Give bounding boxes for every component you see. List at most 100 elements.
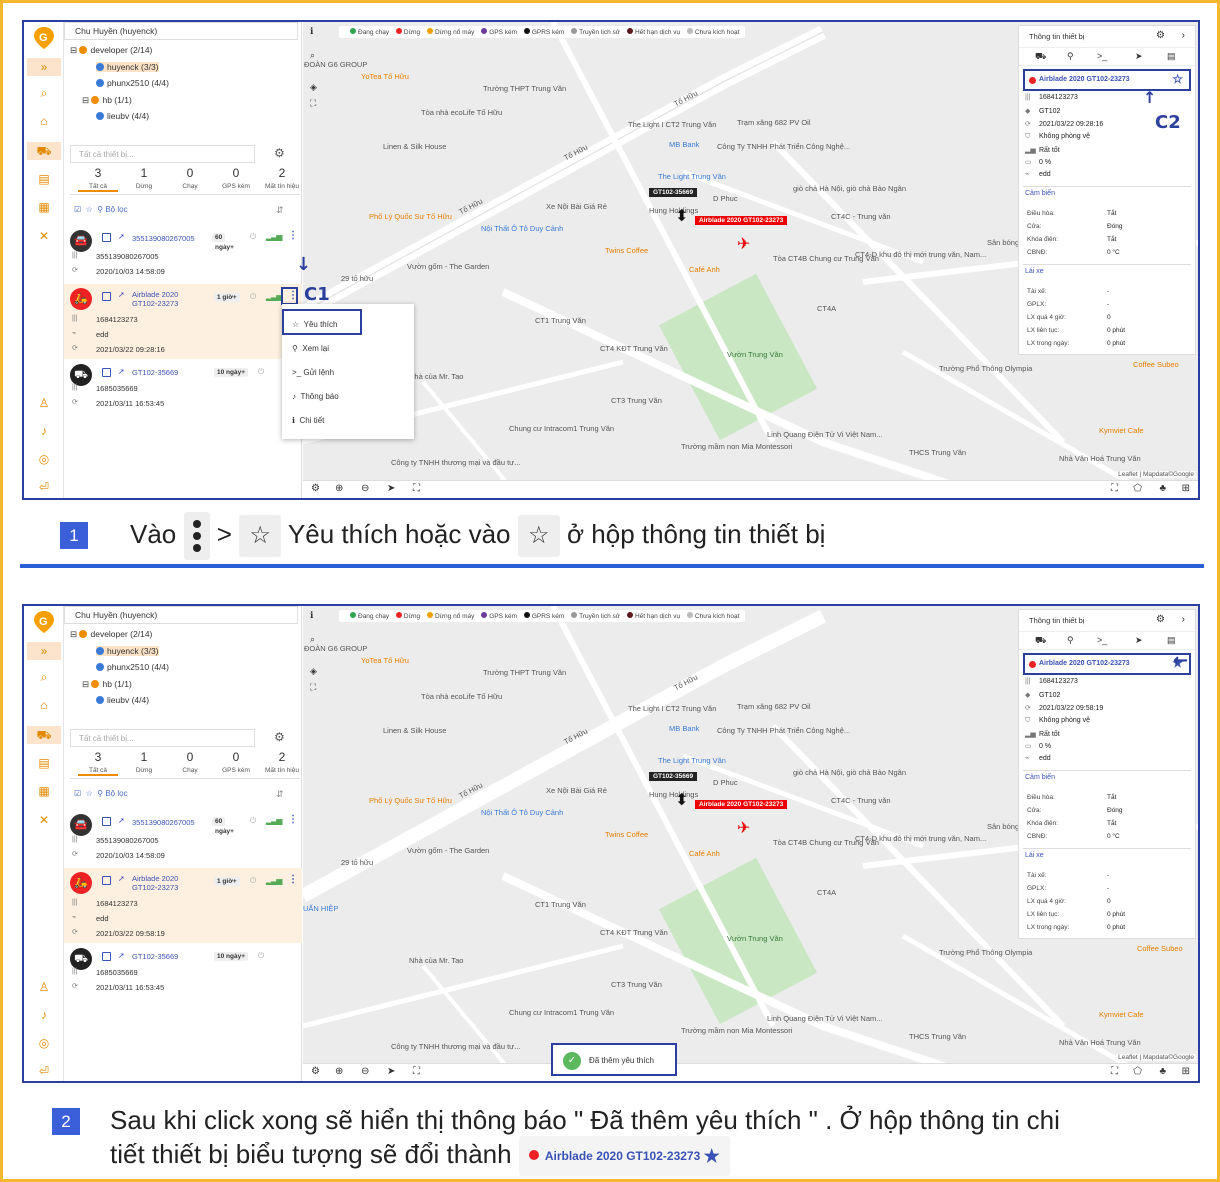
- vehicle-marker-icon[interactable]: ⬍: [675, 206, 688, 226]
- expand-icon[interactable]: »: [27, 58, 61, 76]
- stat-stopped[interactable]: 1 Dừng: [124, 749, 164, 774]
- menu-item-detail[interactable]: ℹ Chi tiết: [292, 416, 324, 425]
- checkbox[interactable]: [102, 817, 111, 826]
- home-icon[interactable]: ⌂: [34, 112, 54, 130]
- gear-icon[interactable]: ⚙: [1156, 30, 1165, 41]
- zoom-in-icon[interactable]: ⊕: [335, 483, 343, 494]
- stat-all[interactable]: 3 Tất cả: [78, 749, 118, 776]
- device-search-input[interactable]: Tất cả thiết bị...: [70, 729, 255, 747]
- user-icon[interactable]: ♙: [34, 394, 54, 412]
- grid-icon[interactable]: ▦: [34, 198, 54, 216]
- zoom-out-icon[interactable]: ⊖: [361, 483, 369, 494]
- measure-icon[interactable]: ⛶: [1111, 483, 1118, 494]
- vehicle-row[interactable]: 🚘 ➚ 355139080267005 60 ngày+ ⏻ ▂▃▅ ⋮ 355…: [64, 224, 302, 282]
- vehicle-row-selected[interactable]: 🛵 ➚ Airblade 2020 GT102-23273 1 giờ+ ⏻ ▂▃…: [64, 284, 302, 359]
- measure-icon[interactable]: ⛶: [1111, 1066, 1118, 1077]
- search-icon[interactable]: ⌕: [34, 668, 54, 686]
- checkbox[interactable]: [102, 952, 111, 961]
- logout-icon[interactable]: ⏎: [34, 1062, 54, 1080]
- stat-all[interactable]: 3 Tất cả: [78, 165, 118, 192]
- navigate-icon[interactable]: ➚: [118, 367, 125, 376]
- command-tab-icon[interactable]: >_: [1097, 51, 1107, 61]
- menu-item-notification[interactable]: ♪ Thông báo: [292, 392, 339, 401]
- close-chevron-icon[interactable]: ›: [1182, 30, 1185, 41]
- navigate-icon[interactable]: ➚: [118, 232, 125, 241]
- cluster-icon[interactable]: ♣: [1159, 483, 1166, 494]
- user-icon[interactable]: ♙: [34, 978, 54, 996]
- settings-icon[interactable]: ⚙: [311, 483, 320, 494]
- report-icon[interactable]: ▤: [34, 170, 54, 188]
- grid-icon[interactable]: ▦: [34, 782, 54, 800]
- info-icon[interactable]: ℹ: [310, 610, 313, 621]
- vehicle-marker-label[interactable]: GT102-35669: [649, 188, 698, 197]
- zoom-in-icon[interactable]: ⊕: [335, 1066, 343, 1077]
- menu-item-review[interactable]: ⚲ Xem lại: [292, 344, 329, 353]
- expand-icon[interactable]: ⊞: [1182, 483, 1190, 494]
- stat-lost-signal[interactable]: 2 Mất tín hiệu: [262, 165, 302, 190]
- stat-stopped[interactable]: 1 Dừng: [124, 165, 164, 190]
- tools-icon[interactable]: ✕: [34, 811, 54, 829]
- vehicle-row-selected[interactable]: 🛵 ➚ Airblade 2020 GT102-23273 1 giờ+ ⏻ ▂▃…: [64, 868, 302, 943]
- help-icon[interactable]: ◎: [34, 450, 54, 468]
- navigate-icon[interactable]: ➚: [118, 816, 125, 825]
- expand-icon[interactable]: »: [27, 642, 61, 660]
- more-menu-icon[interactable]: ⋮: [288, 230, 298, 241]
- tree-item[interactable]: ⊟ hb (1/1): [70, 92, 169, 109]
- device-search-input[interactable]: Tất cả thiết bị...: [70, 145, 255, 163]
- settings-gear-icon[interactable]: ⚙: [274, 146, 285, 160]
- vehicle-icon[interactable]: ⛟: [27, 142, 61, 160]
- settings-icon[interactable]: ⚙: [311, 1066, 320, 1077]
- help-icon[interactable]: ◎: [34, 1034, 54, 1052]
- more-menu-icon[interactable]: ⋮: [288, 814, 298, 825]
- filter-button[interactable]: Bộ lọc: [105, 205, 127, 214]
- navigate-icon[interactable]: ➚: [118, 874, 125, 883]
- doc-tab-icon[interactable]: ▤: [1167, 635, 1176, 646]
- navigate-tab-icon[interactable]: ➤: [1135, 51, 1143, 62]
- vehicle-row[interactable]: 🚘 ➚ 355139080267005 60 ngày+ ⏻ ▂▃▅ ⋮ 355…: [64, 808, 302, 866]
- locate-icon[interactable]: ➤: [387, 1066, 395, 1077]
- bell-icon[interactable]: ♪: [34, 422, 54, 440]
- vehicle-row[interactable]: ⛟ ➚ GT102-35669 10 ngày+ ⏻ 1685035669 ||…: [64, 946, 302, 1004]
- vehicle-marker-icon[interactable]: ✈: [737, 818, 750, 838]
- zoom-out-icon[interactable]: ⊖: [361, 1066, 369, 1077]
- checkbox[interactable]: [102, 233, 111, 242]
- menu-item-send-command[interactable]: >_ Gửi lệnh: [292, 368, 334, 377]
- layer-icon[interactable]: ◈: [310, 666, 317, 677]
- tree-item[interactable]: ⊟ developer (2/14): [70, 626, 169, 643]
- stat-gps-weak[interactable]: 0 GPS kém: [216, 165, 256, 190]
- tools-icon[interactable]: ✕: [34, 227, 54, 245]
- layer-icon[interactable]: ◈: [310, 82, 317, 93]
- account-selector[interactable]: Chu Huyền (huyenck): [64, 22, 298, 40]
- vehicle-marker-label[interactable]: Airblade 2020 GT102-23273: [695, 800, 788, 809]
- polygon-icon[interactable]: ⬠: [1133, 483, 1142, 494]
- fullscreen-icon[interactable]: ⛶: [310, 682, 316, 693]
- search-icon[interactable]: ⌕: [34, 84, 54, 102]
- tree-item[interactable]: huyenck (3/3): [70, 643, 169, 660]
- sort-icon[interactable]: ⇵: [276, 789, 284, 800]
- locate-icon[interactable]: ➤: [387, 483, 395, 494]
- fullscreen-icon[interactable]: ⛶: [413, 1066, 420, 1077]
- account-selector[interactable]: Chu Huyền (huyenck): [64, 606, 298, 624]
- vehicle-row[interactable]: ⛟ ➚ GT102-35669 10 ngày+ ⏻ 1685035669 ||…: [64, 362, 302, 420]
- fullscreen-icon[interactable]: ⛶: [413, 483, 420, 494]
- expand-icon[interactable]: ⊞: [1182, 1066, 1190, 1077]
- stat-running[interactable]: 0 Chạy: [170, 165, 210, 190]
- stat-running[interactable]: 0 Chạy: [170, 749, 210, 774]
- vehicle-icon[interactable]: ⛟: [27, 726, 61, 744]
- tree-item[interactable]: phunx2510 (4/4): [70, 75, 169, 92]
- navigate-icon[interactable]: ➚: [118, 951, 125, 960]
- command-tab-icon[interactable]: >_: [1097, 635, 1107, 645]
- doc-tab-icon[interactable]: ▤: [1167, 51, 1176, 62]
- checkbox[interactable]: [102, 368, 111, 377]
- checkbox[interactable]: [102, 876, 111, 885]
- close-chevron-icon[interactable]: ›: [1182, 614, 1185, 625]
- report-icon[interactable]: ▤: [34, 754, 54, 772]
- navigate-icon[interactable]: ➚: [118, 290, 125, 299]
- filter-button[interactable]: Bộ lọc: [105, 789, 127, 798]
- tree-item[interactable]: ⊟ hb (1/1): [70, 676, 169, 693]
- tree-item[interactable]: lieubv (4/4): [70, 108, 169, 125]
- tree-item[interactable]: ⊟ developer (2/14): [70, 42, 169, 59]
- favorite-star-icon[interactable]: ☆: [1172, 72, 1183, 86]
- checkbox[interactable]: [102, 292, 111, 301]
- route-tab-icon[interactable]: ⚲: [1067, 635, 1074, 646]
